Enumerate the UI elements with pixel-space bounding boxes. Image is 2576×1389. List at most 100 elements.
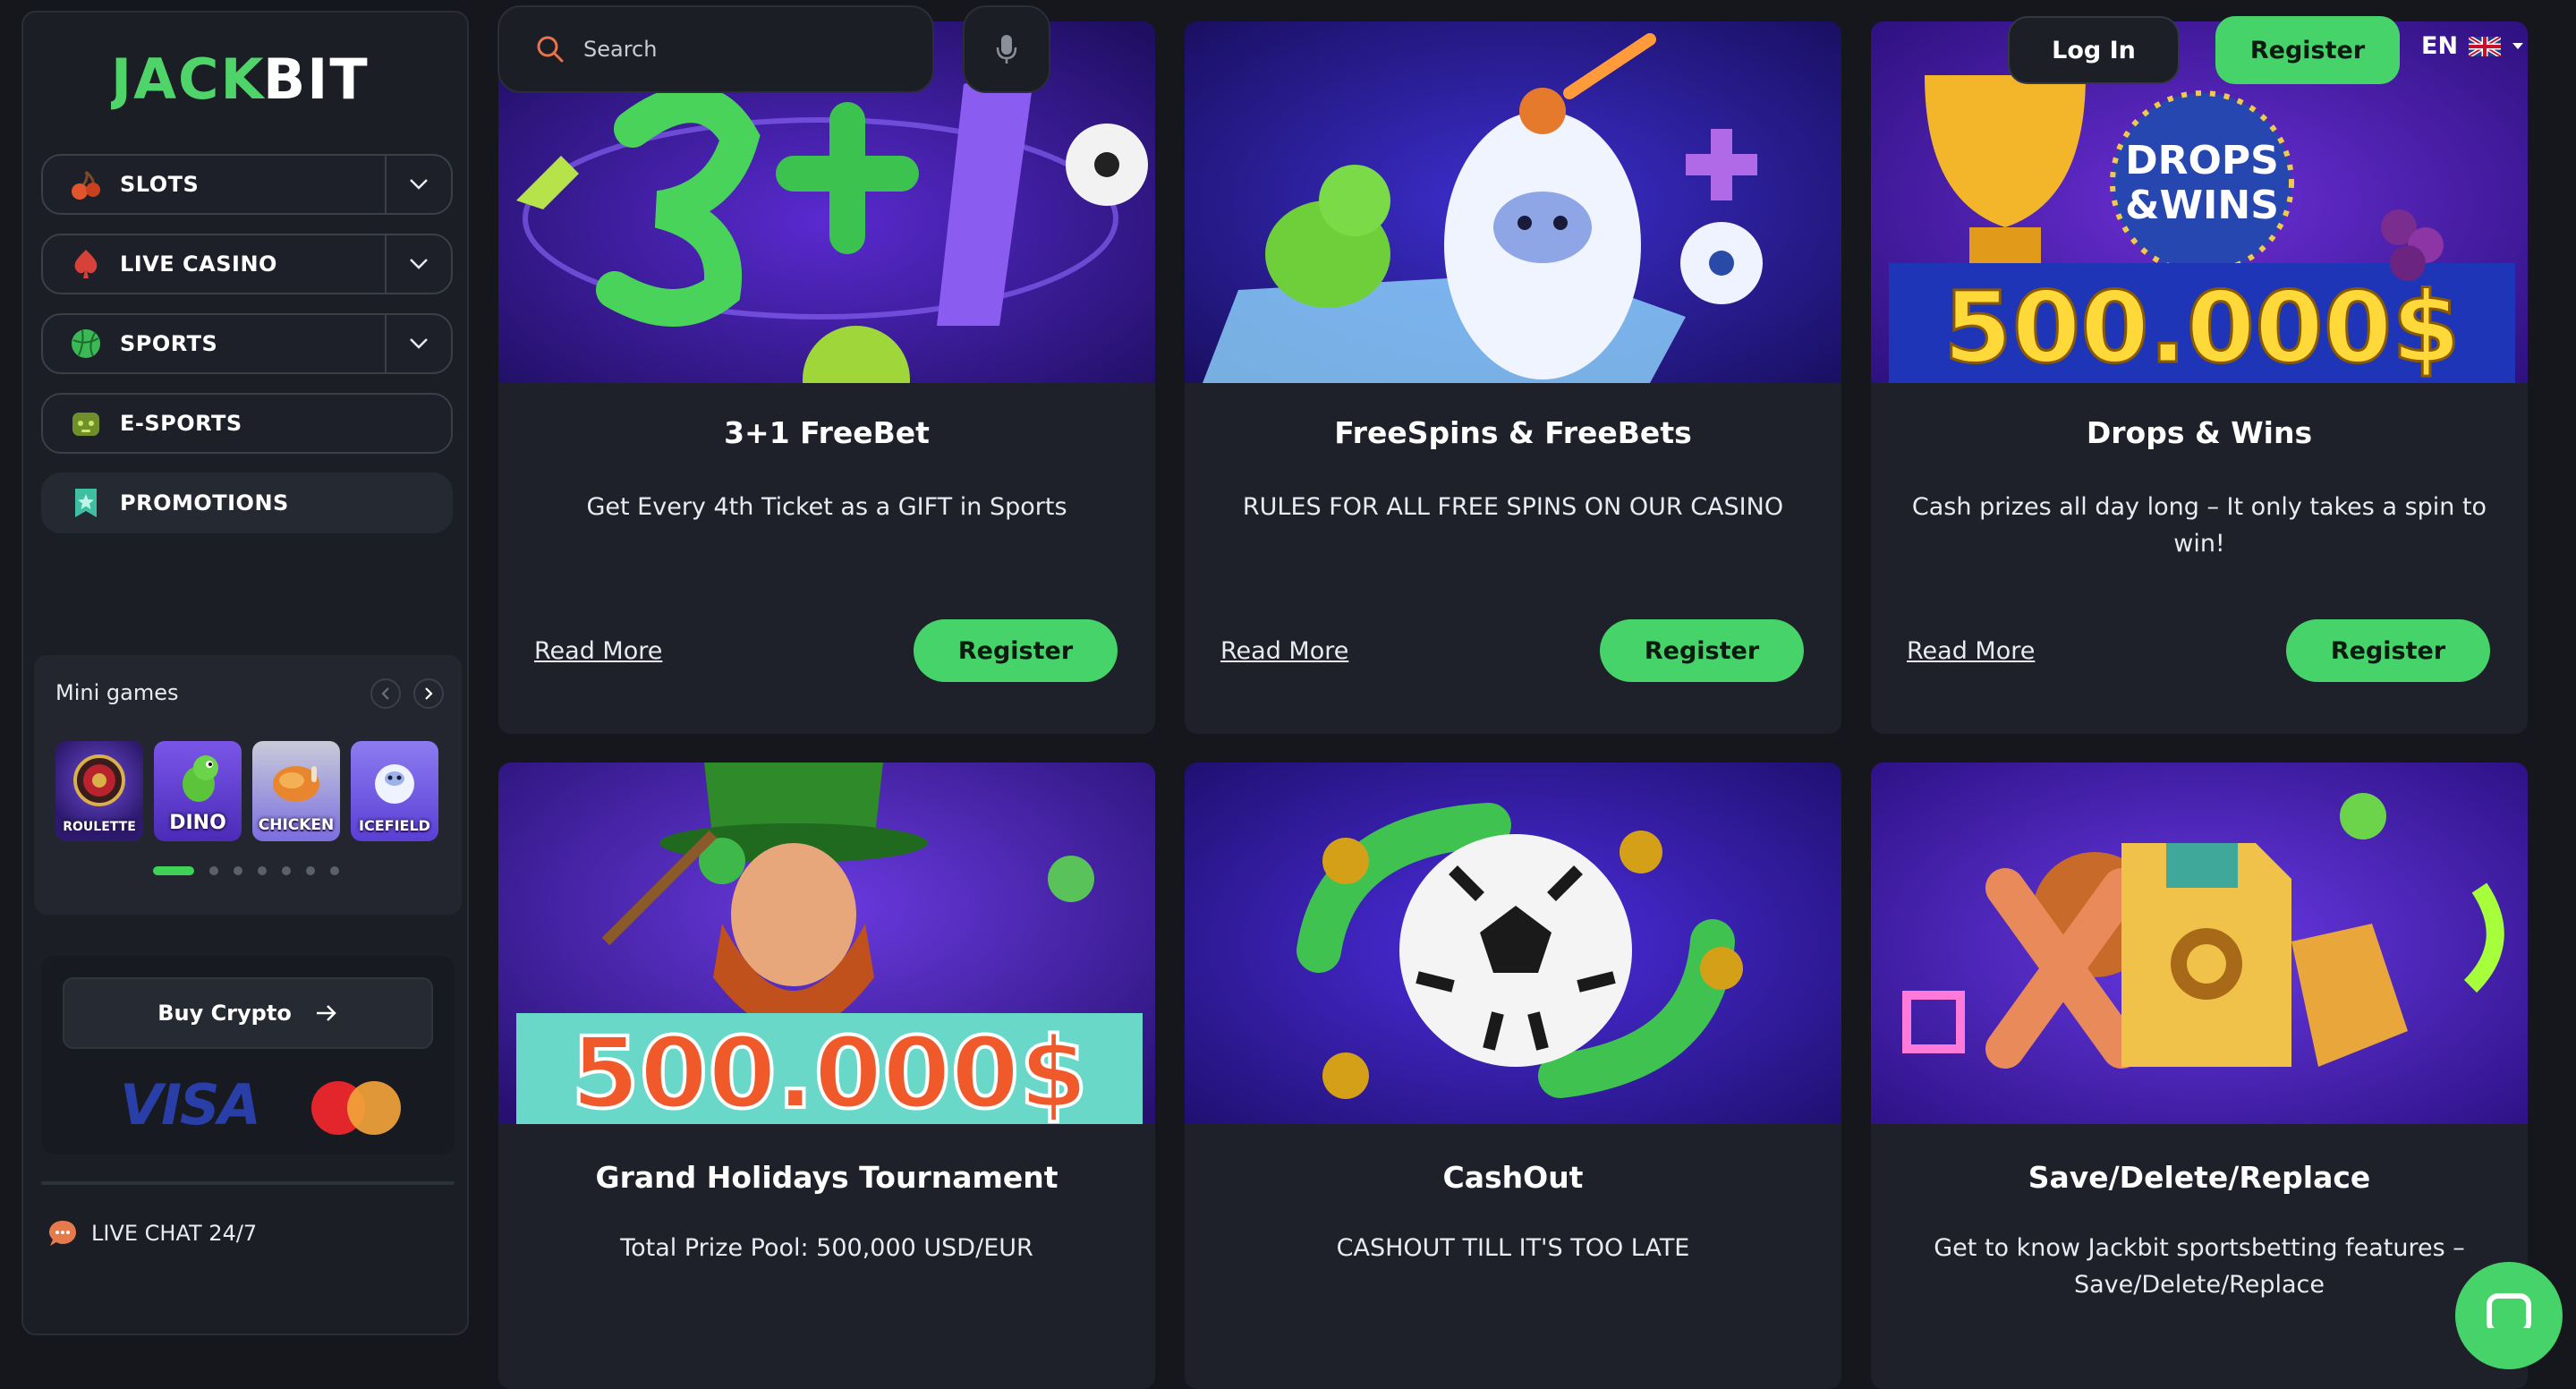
sidebar-item-label: SPORTS [120, 331, 218, 356]
live-chat-link[interactable]: LIVE CHAT 24/7 [47, 1217, 257, 1249]
ball-icon [66, 324, 106, 363]
register-button[interactable]: Register [1600, 619, 1804, 682]
promo-banner-image: DROPS &WINS 500.000$ [1871, 21, 2528, 383]
buy-crypto-button[interactable]: Buy Crypto [63, 977, 433, 1049]
voice-search-button[interactable] [963, 5, 1050, 93]
carousel-dot-5[interactable] [282, 866, 291, 875]
carousel-dot-2[interactable] [209, 866, 218, 875]
chevron-down-icon[interactable] [385, 156, 451, 213]
buy-crypto-label: Buy Crypto [157, 1001, 292, 1026]
promo-description: RULES FOR ALL FREE SPINS ON OUR CASINO [1242, 493, 1784, 521]
register-button[interactable]: Register [914, 619, 1118, 682]
promo-title: FreeSpins & FreeBets [1334, 415, 1692, 450]
language-code: EN [2421, 32, 2459, 60]
promo-description: Get to know Jackbit sportsbetting featur… [1934, 1234, 2465, 1299]
chevron-left-icon [381, 687, 389, 700]
arrow-right-icon [316, 1005, 336, 1021]
promo-card-freespins-freebets: FreeSpins & FreeBets RULES FOR ALL FREE … [1185, 21, 1841, 734]
promo-title: Grand Holidays Tournament [595, 1160, 1058, 1195]
badge-star-icon [66, 483, 106, 523]
promo-description: Get Every 4th Ticket as a GIFT in Sports [586, 493, 1067, 521]
promo-banner-image [1871, 763, 2528, 1124]
chevron-down-icon[interactable] [385, 315, 451, 372]
promo-card-grand-holidays: 500.000$ Grand Holidays Tournament Total… [498, 763, 1155, 1389]
promo-description: Total Prize Pool: 500,000 USD/EUR [620, 1234, 1033, 1262]
sidebar-item-sports[interactable]: SPORTS [41, 313, 453, 374]
search-input[interactable] [582, 36, 907, 63]
promo-banner-image [1185, 763, 1841, 1124]
language-selector[interactable]: EN [2421, 32, 2524, 60]
promo-card-cashout: CashOut CASHOUT TILL IT'S TOO LATE [1185, 763, 1841, 1389]
spade-icon [66, 244, 106, 284]
sidebar-divider [41, 1181, 455, 1185]
roulette-wheel-icon [73, 754, 125, 806]
mini-games-title: Mini games [55, 680, 179, 705]
mini-game-chicken[interactable]: CHICKEN [252, 741, 340, 841]
promo-description: Cash prizes all day long – It only takes… [1911, 493, 2487, 558]
sidebar-item-label: E-SPORTS [120, 411, 242, 436]
mini-game-label: ICEFIELD [359, 817, 430, 834]
mini-games-panel: Mini games ROULETTE DINO CHICKEN ICEFIEL… [34, 655, 462, 915]
promo-title: Save/Delete/Replace [2028, 1160, 2371, 1195]
promo-card-save-delete-replace: Save/Delete/Replace Get to know Jackbit … [1871, 763, 2528, 1389]
promo-title: 3+1 FreeBet [724, 415, 930, 450]
promo-card-3plus1-freebet: 3+1 FreeBet Get Every 4th Ticket as a GI… [498, 21, 1155, 734]
mini-game-label: ROULETTE [63, 820, 136, 834]
mini-game-dino[interactable]: DINO [154, 741, 242, 841]
promo-banner-image [1185, 21, 1841, 383]
mini-game-roulette[interactable]: ROULETTE [55, 741, 143, 841]
svg-text:BIT: BIT [263, 48, 370, 111]
mini-game-label: CHICKEN [258, 816, 335, 834]
search-bar[interactable] [497, 5, 934, 93]
sidebar-item-label: PROMOTIONS [120, 490, 289, 516]
mini-game-icefield[interactable]: ICEFIELD [351, 741, 438, 841]
sidebar-item-label: LIVE CASINO [120, 251, 277, 277]
sidebar-item-promotions[interactable]: PROMOTIONS [41, 473, 453, 533]
read-more-link[interactable]: Read More [1907, 637, 2035, 665]
yeti-icon [375, 764, 414, 804]
header-register-button[interactable]: Register [2215, 16, 2400, 84]
promo-banner-image: 500.000$ [498, 763, 1155, 1124]
sidebar: JACK BIT SLOTS LIVE CASINO SPORTS E-SPOR… [21, 11, 469, 1335]
chat-bubble-icon [49, 1221, 76, 1246]
chevron-right-icon [425, 687, 433, 700]
sidebar-item-slots[interactable]: SLOTS [41, 154, 453, 215]
svg-text:JACK: JACK [111, 48, 266, 111]
sidebar-item-label: SLOTS [120, 172, 200, 197]
mastercard-logo [311, 1081, 401, 1135]
mini-game-label: DINO [169, 812, 226, 834]
carousel-dot-6[interactable] [306, 866, 315, 875]
svg-text:&WINS: &WINS [2125, 183, 2279, 228]
login-button[interactable]: Log In [2008, 16, 2180, 84]
chat-icon [2487, 1293, 2531, 1328]
carousel-dot-7[interactable] [330, 866, 339, 875]
promo-card-drops-wins: DROPS &WINS 500.000$ Drops & Wins Cash p… [1871, 21, 2528, 734]
live-chat-widget-button[interactable] [2455, 1262, 2563, 1369]
carousel-pagination [153, 866, 354, 875]
sidebar-item-e-sports[interactable]: E-SPORTS [41, 393, 453, 454]
svg-text:500.000$: 500.000$ [1943, 270, 2461, 383]
svg-text:500.000$: 500.000$ [571, 1016, 1088, 1124]
sidebar-item-live-casino[interactable]: LIVE CASINO [41, 234, 453, 294]
microphone-icon [996, 35, 1017, 64]
promo-title: Drops & Wins [2086, 415, 2313, 450]
uk-flag-icon [2469, 36, 2502, 56]
jackbit-logo[interactable]: JACK BIT [23, 48, 467, 129]
caret-down-icon [2512, 42, 2524, 49]
gamepad-icon [66, 404, 106, 443]
read-more-link[interactable]: Read More [534, 637, 662, 665]
chicken-icon [273, 766, 319, 802]
svg-text:DROPS: DROPS [2125, 138, 2279, 183]
promo-description: CASHOUT TILL IT'S TOO LATE [1336, 1234, 1690, 1262]
carousel-dot-3[interactable] [234, 866, 242, 875]
carousel-prev-button[interactable] [370, 678, 401, 709]
read-more-link[interactable]: Read More [1220, 637, 1348, 665]
carousel-dot-1[interactable] [153, 866, 194, 875]
register-button[interactable]: Register [2286, 619, 2490, 682]
buy-crypto-panel: Buy Crypto VISA [41, 956, 455, 1155]
carousel-dot-4[interactable] [258, 866, 267, 875]
chevron-down-icon[interactable] [385, 235, 451, 293]
carousel-next-button[interactable] [413, 678, 444, 709]
cherry-icon [66, 165, 106, 204]
promo-title: CashOut [1442, 1160, 1584, 1195]
